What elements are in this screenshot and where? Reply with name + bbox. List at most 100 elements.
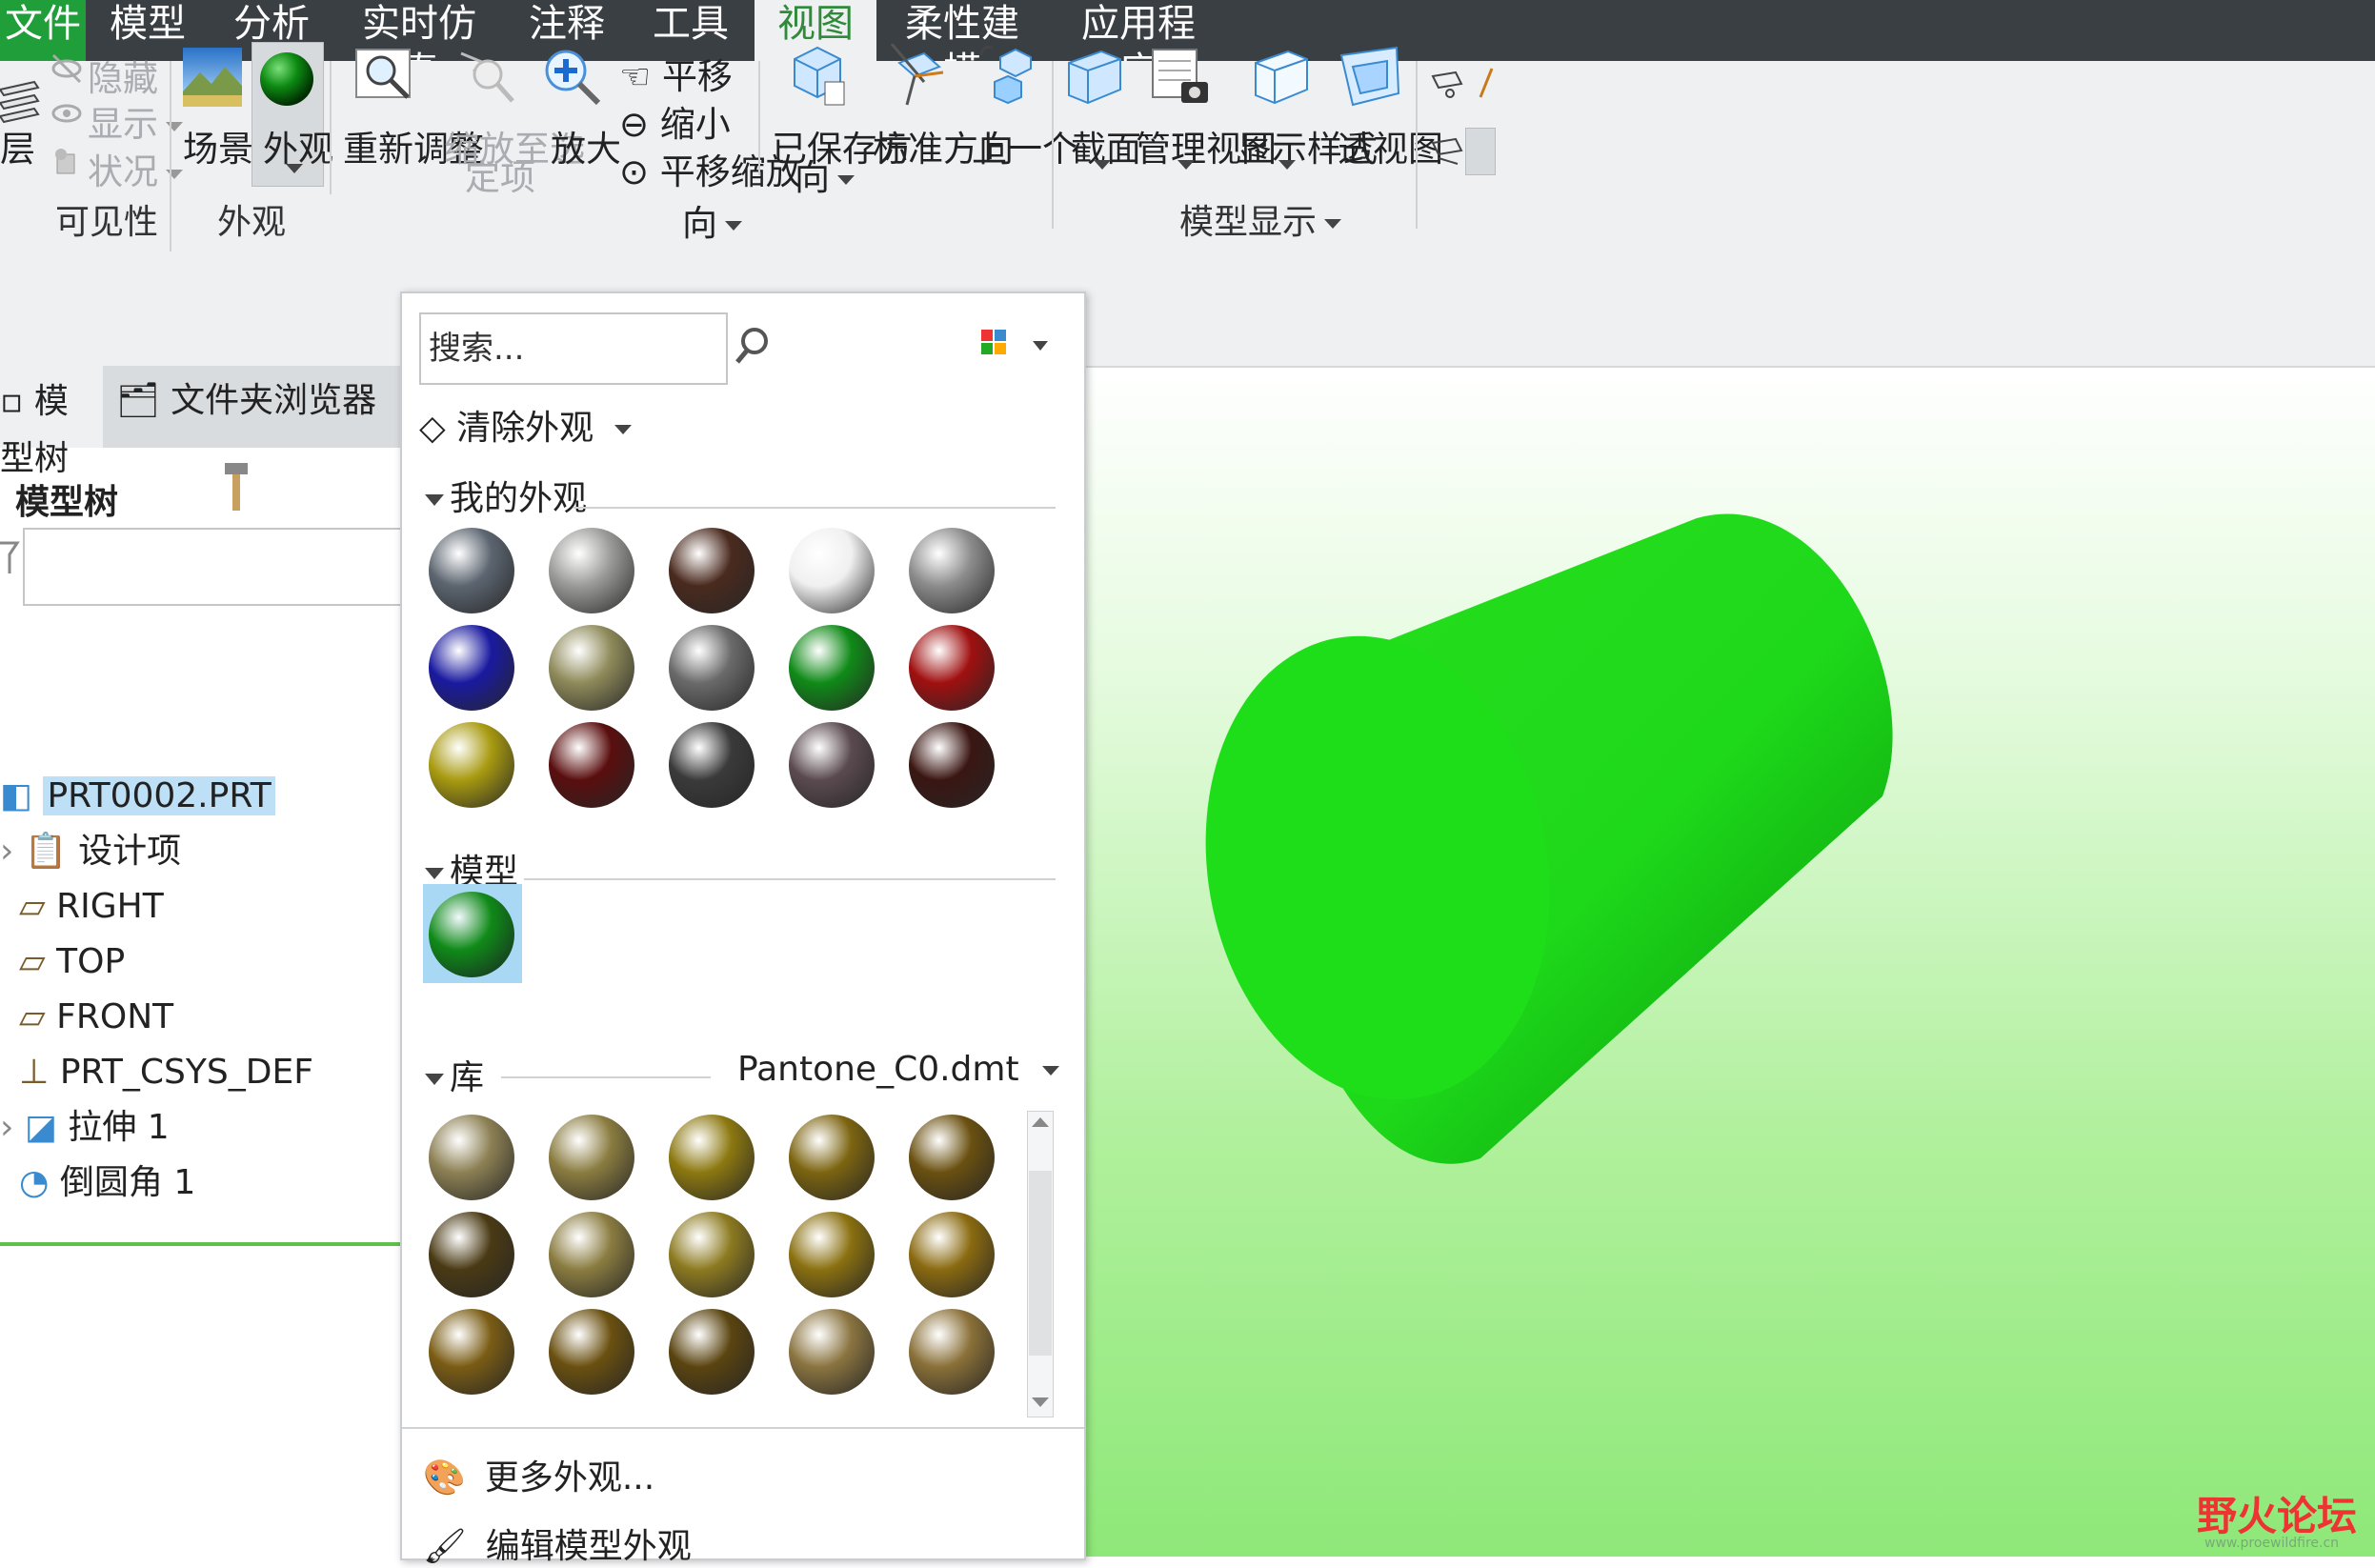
zoom-in-icon[interactable] — [541, 48, 602, 109]
library-appearance-swatch[interactable] — [789, 1309, 875, 1395]
appearance-search-input[interactable]: 搜索... — [419, 312, 728, 385]
view-manager-icon[interactable] — [1151, 46, 1210, 109]
tree-item-part[interactable]: ◧ PRT0002.PRT — [0, 772, 275, 821]
library-appearance-swatch[interactable] — [909, 1212, 995, 1297]
appearance-swatch[interactable] — [909, 528, 995, 613]
display-style-icon[interactable] — [1252, 46, 1311, 109]
appearance-caret[interactable] — [286, 164, 303, 173]
appearance-swatch[interactable] — [909, 722, 995, 808]
tree-item-front-plane[interactable]: ▱ FRONT — [19, 993, 173, 1042]
appearance-swatch[interactable] — [549, 528, 634, 613]
library-appearance-swatch[interactable] — [669, 1309, 755, 1395]
status-icon — [55, 149, 75, 174]
library-appearance-swatch[interactable] — [549, 1212, 634, 1297]
previous-view-button[interactable]: 上一个 — [972, 120, 1077, 171]
appearance-swatch[interactable] — [549, 722, 634, 808]
library-appearance-swatch[interactable] — [789, 1212, 875, 1297]
library-file-select[interactable]: Pantone_C0.dmt — [737, 1050, 1059, 1089]
library-appearance-swatch[interactable] — [429, 1309, 514, 1395]
library-appearance-swatch[interactable] — [549, 1115, 634, 1200]
view-manager-caret[interactable] — [1177, 160, 1195, 170]
separator — [330, 61, 332, 194]
previous-view-icon[interactable] — [976, 44, 1037, 111]
tab-model-tree[interactable]: ▫ 模型树 — [0, 373, 99, 478]
standard-orientation-icon[interactable] — [886, 44, 947, 111]
more-appearances-button[interactable]: 🎨 更多外观... — [423, 1450, 654, 1499]
separator — [574, 507, 1056, 509]
hide-button[interactable]: 隐藏 — [88, 50, 158, 101]
library-appearance-swatch[interactable] — [549, 1309, 634, 1395]
design-items-icon: 📋 — [24, 832, 68, 871]
appearance-swatch[interactable] — [909, 625, 995, 711]
appearance-swatch[interactable] — [789, 625, 875, 711]
tree-item-csys[interactable]: ⊥ PRT_CSYS_DEF — [19, 1048, 313, 1097]
appearance-swatch[interactable] — [789, 722, 875, 808]
appearance-swatch[interactable] — [429, 722, 514, 808]
library-appearance-swatch[interactable] — [429, 1115, 514, 1200]
appearance-swatch[interactable] — [669, 722, 755, 808]
zoom-in-button[interactable]: 放大 — [551, 120, 621, 171]
library-appearance-swatch[interactable] — [909, 1309, 995, 1395]
tree-filter-input[interactable] — [23, 528, 404, 606]
display-style-caret[interactable] — [1278, 160, 1296, 170]
layers-label[interactable]: 层 — [0, 120, 35, 171]
perspective-icon[interactable] — [1339, 46, 1402, 109]
saved-orientation-label-2[interactable]: 向 — [795, 149, 855, 200]
scroll-up-arrow[interactable] — [1032, 1117, 1049, 1127]
clear-appearance-button[interactable]: ◇ 清除外观 — [419, 400, 633, 450]
show-icon — [51, 104, 82, 123]
appearance-swatch[interactable] — [789, 528, 875, 613]
filter-icon[interactable] — [0, 539, 21, 577]
refit-icon[interactable] — [354, 48, 415, 109]
graphics-viewport[interactable]: 野火论坛 www.proewildfire.cn — [1082, 368, 2375, 1557]
library-section-header[interactable]: 库 — [425, 1050, 484, 1099]
edit-model-appearance-button[interactable]: 🖌 编辑模型外观 — [423, 1518, 692, 1568]
model-appearance-swatch[interactable] — [429, 892, 514, 977]
cylinder-model[interactable] — [1082, 368, 2375, 1557]
tree-item-extrude[interactable]: › ◪ 拉伸 1 — [0, 1103, 170, 1153]
my-appearances-header[interactable]: 我的外观 — [425, 471, 587, 520]
annotation-tool-icon[interactable] — [1473, 65, 1496, 103]
library-scrollbar[interactable] — [1027, 1111, 1054, 1417]
visibility-group-label: 可见性 — [55, 203, 159, 242]
library-appearance-swatch[interactable] — [669, 1115, 755, 1200]
appearance-swatch[interactable] — [669, 625, 755, 711]
appearance-swatch[interactable] — [669, 528, 755, 613]
appearance-swatch[interactable] — [549, 625, 634, 711]
scroll-down-arrow[interactable] — [1032, 1397, 1049, 1407]
model-display-group-label[interactable]: 模型显示 — [1179, 194, 1342, 244]
coordinate-system-icon: ⊥ — [19, 1053, 50, 1092]
zoom-selected-icon[interactable] — [455, 48, 516, 109]
tree-item-top-plane[interactable]: ▱ TOP — [19, 937, 125, 987]
tree-item-right-plane[interactable]: ▱ RIGHT — [19, 882, 164, 932]
orientation-group-label[interactable]: 向 — [682, 194, 742, 246]
tab-folder-browser[interactable]: 🗂 文件夹浏览器 — [103, 366, 400, 448]
section-caret[interactable] — [1094, 160, 1111, 170]
tree-item-round[interactable]: ◔ 倒圆角 1 — [19, 1158, 195, 1208]
library-appearance-swatch[interactable] — [909, 1115, 995, 1200]
pan-button[interactable]: ☜ 平移 — [619, 48, 733, 99]
perspective-button[interactable]: 透视图 — [1338, 120, 1443, 171]
appearance-sphere-icon[interactable] — [257, 50, 316, 109]
saved-orientation-icon[interactable] — [787, 44, 848, 111]
tree-item-design-items[interactable]: › 📋 设计项 — [0, 827, 181, 876]
annotation-plane-icon[interactable] — [1429, 65, 1467, 103]
zoom-out-button[interactable]: ⊖ 缩小 — [619, 95, 731, 147]
appearance-swatch[interactable] — [429, 528, 514, 613]
annotation-plane-2-icon[interactable] — [1429, 131, 1467, 170]
search-icon[interactable] — [732, 324, 775, 368]
appearance-swatch[interactable] — [429, 625, 514, 711]
library-appearance-swatch[interactable] — [669, 1212, 755, 1297]
gallery-view-options-icon[interactable] — [977, 326, 1054, 368]
round-icon: ◔ — [19, 1163, 50, 1202]
scene-icon[interactable] — [183, 48, 242, 107]
zoom-selected-label-2[interactable]: 定项 — [465, 149, 535, 200]
library-appearance-swatch[interactable] — [789, 1115, 875, 1200]
annotation-active-toggle[interactable] — [1465, 128, 1496, 175]
library-appearance-swatch[interactable] — [429, 1212, 514, 1297]
section-icon[interactable] — [1065, 46, 1124, 109]
status-button[interactable]: 状况 — [88, 143, 183, 194]
tree-settings-icon[interactable] — [223, 461, 252, 513]
scroll-thumb[interactable] — [1029, 1171, 1052, 1356]
show-button[interactable]: 显示 — [88, 95, 183, 147]
